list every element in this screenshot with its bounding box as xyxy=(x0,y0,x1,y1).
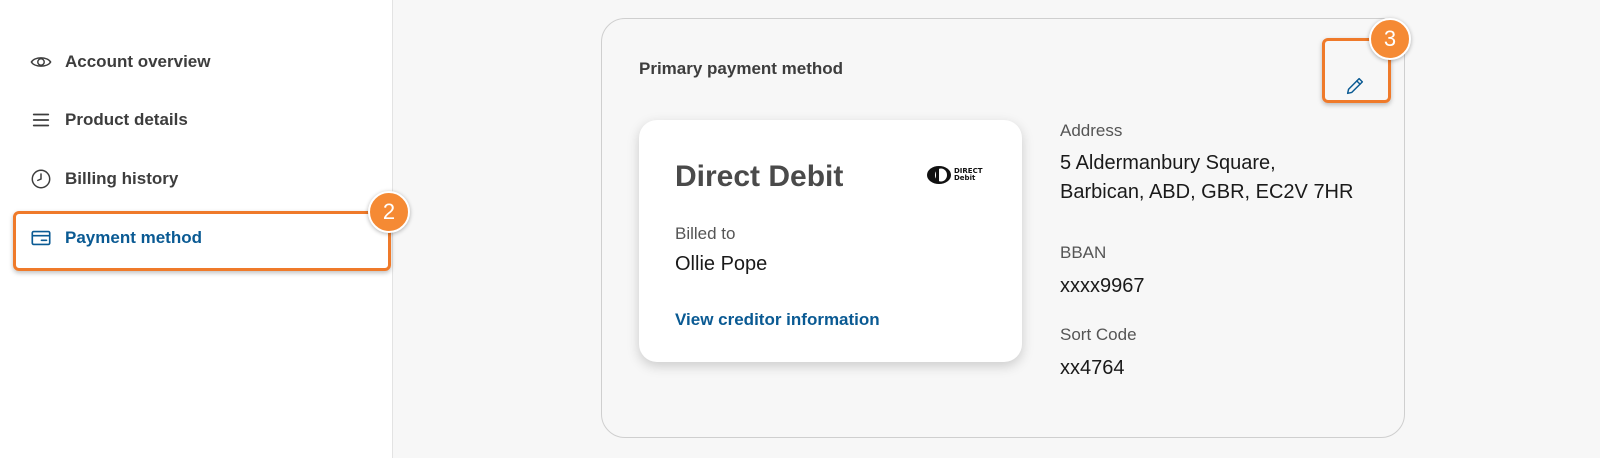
bban-value: xxxx9967 xyxy=(1060,275,1145,297)
view-creditor-information-link[interactable]: View creditor information xyxy=(675,310,880,330)
sidebar: Account overview Product details Billing… xyxy=(0,0,393,458)
sidebar-item-billing-history[interactable]: Billing history xyxy=(30,164,178,194)
section-title: Primary payment method xyxy=(639,59,844,78)
credit-card-icon xyxy=(30,227,52,249)
bban-label: BBAN xyxy=(1060,243,1107,262)
step-3-badge: 3 xyxy=(1369,18,1411,60)
card-title: Direct Debit xyxy=(675,160,844,193)
direct-debit-logo-text: DIRECT Debit xyxy=(954,167,983,182)
billed-to-label: Billed to xyxy=(675,224,736,243)
menu-lines-icon xyxy=(30,109,52,131)
billed-to-name: Ollie Pope xyxy=(675,253,768,275)
direct-debit-card: Direct Debit DIRECT Debit Billed to Olli… xyxy=(639,120,1022,362)
eye-icon xyxy=(30,51,52,73)
edit-payment-button[interactable] xyxy=(1324,55,1386,117)
address-label: Address xyxy=(1060,121,1123,140)
pencil-icon xyxy=(1344,75,1366,97)
sidebar-item-label: Billing history xyxy=(65,169,179,188)
clock-icon xyxy=(30,168,52,190)
address-line-2: Barbican, ABD, GBR, EC2V 7HR xyxy=(1060,181,1354,203)
direct-debit-logo: DIRECT Debit xyxy=(926,165,983,185)
address-line-1: 5 Aldermanbury Square, xyxy=(1060,152,1276,174)
sidebar-item-label: Payment method xyxy=(65,228,202,247)
direct-debit-logo-mark-icon xyxy=(927,166,951,184)
sidebar-item-label: Product details xyxy=(65,110,188,129)
sidebar-item-payment-method[interactable]: Payment method xyxy=(30,223,202,253)
sidebar-item-label: Account overview xyxy=(65,52,211,71)
step-2-badge: 2 xyxy=(368,191,410,233)
sidebar-item-account-overview[interactable]: Account overview xyxy=(30,47,211,77)
payment-method-panel: Primary payment method Direct Debit DIRE… xyxy=(601,18,1405,438)
sidebar-item-product-details[interactable]: Product details xyxy=(30,105,188,135)
sort-code-label: Sort Code xyxy=(1060,325,1137,344)
sort-code-value: xx4764 xyxy=(1060,357,1125,379)
